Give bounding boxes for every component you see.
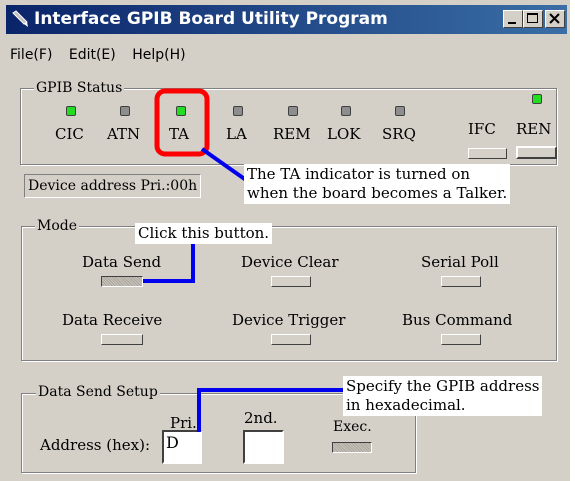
address-callout-line2: in hexadecimal. bbox=[346, 396, 466, 414]
ta-highlight-box bbox=[154, 88, 210, 157]
click-pointer-line bbox=[143, 239, 195, 283]
ta-callout: The TA indicator is turned on when the b… bbox=[244, 164, 511, 204]
address-callout: Specify the GPIB address in hexadecimal. bbox=[343, 376, 543, 416]
app-window: Interface GPIB Board Utility Program Fil… bbox=[0, 0, 570, 481]
address-pointer-line bbox=[197, 388, 345, 432]
ta-callout-line2: when the board becomes a Talker. bbox=[247, 184, 508, 202]
address-callout-line1: Specify the GPIB address bbox=[346, 377, 540, 395]
ta-callout-line1: The TA indicator is turned on bbox=[247, 165, 471, 183]
ta-pointer-line bbox=[200, 147, 248, 182]
click-callout: Click this button. bbox=[135, 223, 273, 244]
